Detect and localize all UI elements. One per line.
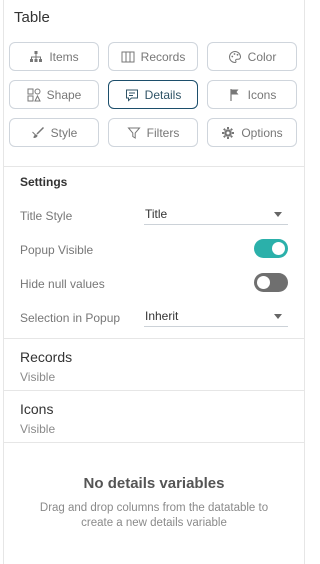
hide-null-label: Hide null values: [20, 277, 105, 291]
empty-state-title: No details variables: [83, 475, 225, 492]
details-button-label: Details: [144, 87, 182, 102]
color-button-label: Color: [247, 49, 277, 64]
divider: [4, 442, 304, 443]
settings-heading: Settings: [20, 175, 68, 189]
hide-null-toggle[interactable]: [254, 273, 288, 292]
icons-button-label: Icons: [247, 87, 277, 102]
columns-icon: [121, 50, 135, 64]
icons-heading[interactable]: Icons: [20, 401, 53, 417]
gear-icon: [221, 126, 235, 140]
hierarchy-icon: [29, 50, 43, 64]
title-style-label: Title Style: [20, 209, 73, 223]
palette-icon: [228, 50, 242, 64]
popup-visible-label: Popup Visible: [20, 243, 94, 257]
records-heading[interactable]: Records: [20, 349, 72, 365]
options-button[interactable]: Options: [207, 118, 297, 147]
panel-title: Table: [14, 9, 50, 26]
selection-popup-value: Inherit: [145, 309, 179, 323]
title-style-value: Title: [145, 207, 168, 221]
details-button[interactable]: Details: [108, 80, 198, 109]
empty-state-description: Drag and drop columns from the datatable…: [39, 502, 269, 529]
divider: [4, 166, 304, 167]
chevron-down-icon: [274, 212, 282, 217]
toggle-knob: [257, 276, 270, 289]
shape-button-label: Shape: [46, 87, 82, 102]
records-button-label: Records: [140, 49, 186, 64]
options-button-label: Options: [241, 125, 283, 140]
toggle-knob: [272, 242, 285, 255]
icons-status: Visible: [20, 422, 56, 436]
filters-button-label: Filters: [146, 125, 180, 140]
records-button[interactable]: Records: [108, 42, 198, 71]
title-style-select[interactable]: Title: [144, 204, 288, 225]
filters-button[interactable]: Filters: [108, 118, 198, 147]
filter-icon: [127, 126, 141, 140]
items-button[interactable]: Items: [9, 42, 99, 71]
selection-popup-label: Selection in Popup: [20, 311, 121, 325]
shapes-icon: [27, 88, 41, 102]
comment-icon: [125, 88, 139, 102]
style-button-label: Style: [50, 125, 78, 140]
selection-popup-select[interactable]: Inherit: [144, 306, 288, 327]
icons-button[interactable]: Icons: [207, 80, 297, 109]
divider: [4, 390, 304, 391]
flag-icon: [228, 88, 242, 102]
records-status: Visible: [20, 370, 56, 384]
style-button[interactable]: Style: [9, 118, 99, 147]
popup-visible-toggle[interactable]: [254, 239, 288, 258]
divider: [4, 338, 304, 339]
color-button[interactable]: Color: [207, 42, 297, 71]
chevron-down-icon: [274, 314, 282, 319]
shape-button[interactable]: Shape: [9, 80, 99, 109]
items-button-label: Items: [49, 49, 79, 64]
brush-icon: [31, 126, 45, 140]
details-panel: Table Items Records Color Shape Details: [3, 0, 305, 564]
